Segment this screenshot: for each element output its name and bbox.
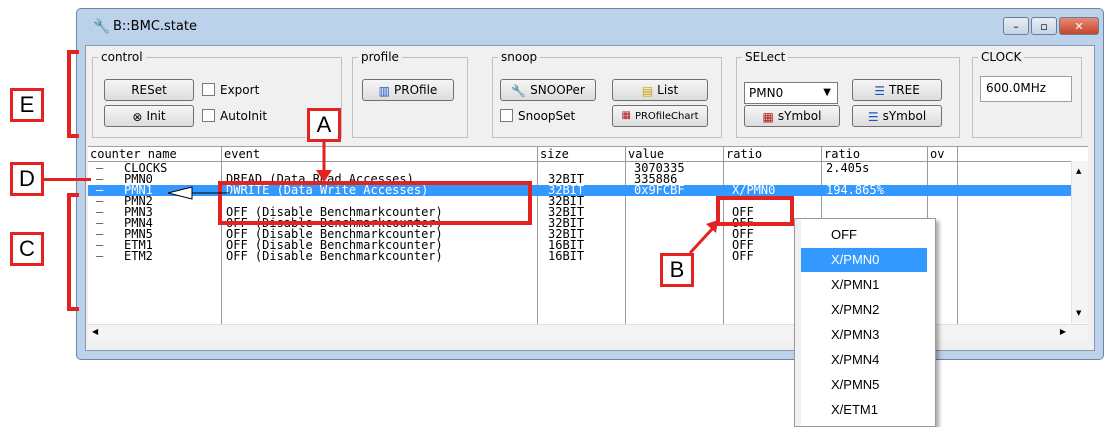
- annotation-arrow-b: [688, 226, 715, 255]
- annotation-arrowhead-a: [316, 170, 332, 182]
- pmn0-pointer-arrowhead: [167, 186, 193, 200]
- annotation-arrows: [167, 142, 718, 255]
